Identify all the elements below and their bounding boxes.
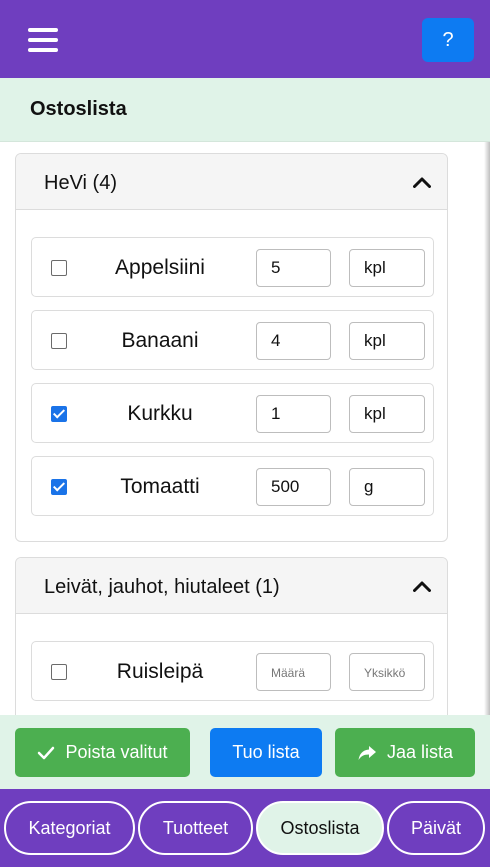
- quantity-input[interactable]: [256, 249, 331, 287]
- unit-input[interactable]: [349, 249, 425, 287]
- tab-kategoriat[interactable]: Kategoriat: [4, 801, 135, 855]
- tab-tuotteet[interactable]: Tuotteet: [138, 801, 253, 855]
- shopping-list-scroll-area[interactable]: HeVi (4) Appelsiini Banaani Kurkku: [0, 142, 490, 715]
- hamburger-line: [28, 38, 58, 42]
- action-bar: Poista valitut Tuo lista Jaa lista: [0, 715, 490, 789]
- page-title-bar: Ostoslista: [0, 78, 490, 142]
- import-list-button[interactable]: Tuo lista: [210, 728, 322, 777]
- hamburger-line: [28, 48, 58, 52]
- import-list-label: Tuo lista: [232, 742, 300, 762]
- category-title: Leivät, jauhot, hiutaleet (1): [44, 576, 280, 598]
- category-card-hevi: HeVi (4) Appelsiini Banaani Kurkku: [15, 153, 448, 542]
- item-checkbox[interactable]: [51, 479, 67, 495]
- item-name: Ruisleipä: [116, 660, 204, 683]
- app-root: ? Ostoslista HeVi (4) Appelsiini Banaani: [0, 0, 490, 867]
- item-name: Kurkku: [127, 402, 193, 425]
- tab-paivat[interactable]: Päivät: [387, 801, 485, 855]
- chevron-up-icon[interactable]: [413, 176, 431, 188]
- list-item: Ruisleipä: [31, 641, 434, 701]
- category-header-leivat[interactable]: Leivät, jauhot, hiutaleet (1): [16, 558, 447, 614]
- chevron-up-icon[interactable]: [413, 580, 431, 592]
- bottom-nav: Kategoriat Tuotteet Ostoslista Päivät: [0, 789, 490, 867]
- quantity-input[interactable]: [256, 322, 331, 360]
- item-checkbox[interactable]: [51, 664, 67, 680]
- delete-selected-label: Poista valitut: [65, 742, 168, 762]
- item-checkbox[interactable]: [51, 406, 67, 422]
- help-button[interactable]: ?: [422, 18, 474, 62]
- list-item: Appelsiini: [31, 237, 434, 297]
- check-icon: [38, 746, 55, 759]
- category-card-leivat: Leivät, jauhot, hiutaleet (1) Ruisleipä: [15, 557, 448, 715]
- quantity-input[interactable]: [256, 468, 331, 506]
- item-checkbox[interactable]: [51, 333, 67, 349]
- share-arrow-icon: [358, 745, 376, 760]
- category-title: HeVi (4): [44, 172, 117, 194]
- unit-input[interactable]: [349, 395, 425, 433]
- item-name: Banaani: [121, 329, 199, 352]
- category-header-hevi[interactable]: HeVi (4): [16, 154, 447, 210]
- share-list-label: Jaa lista: [386, 742, 454, 762]
- unit-input[interactable]: [349, 468, 425, 506]
- unit-input[interactable]: [349, 322, 425, 360]
- item-checkbox[interactable]: [51, 260, 67, 276]
- item-name: Appelsiini: [115, 256, 205, 279]
- delete-selected-button[interactable]: Poista valitut: [15, 728, 190, 777]
- hamburger-line: [28, 28, 58, 32]
- scroll-edge-shadow: [484, 142, 490, 715]
- item-name: Tomaatti: [120, 475, 200, 498]
- tab-ostoslista[interactable]: Ostoslista: [256, 801, 384, 855]
- quantity-input[interactable]: [256, 653, 331, 691]
- page-title: Ostoslista: [30, 98, 127, 120]
- list-item: Banaani: [31, 310, 434, 370]
- list-item: Tomaatti: [31, 456, 434, 516]
- hamburger-menu-icon[interactable]: [28, 28, 58, 52]
- top-bar: ?: [0, 0, 490, 78]
- unit-input[interactable]: [349, 653, 425, 691]
- quantity-input[interactable]: [256, 395, 331, 433]
- share-list-button[interactable]: Jaa lista: [335, 728, 475, 777]
- list-item: Kurkku: [31, 383, 434, 443]
